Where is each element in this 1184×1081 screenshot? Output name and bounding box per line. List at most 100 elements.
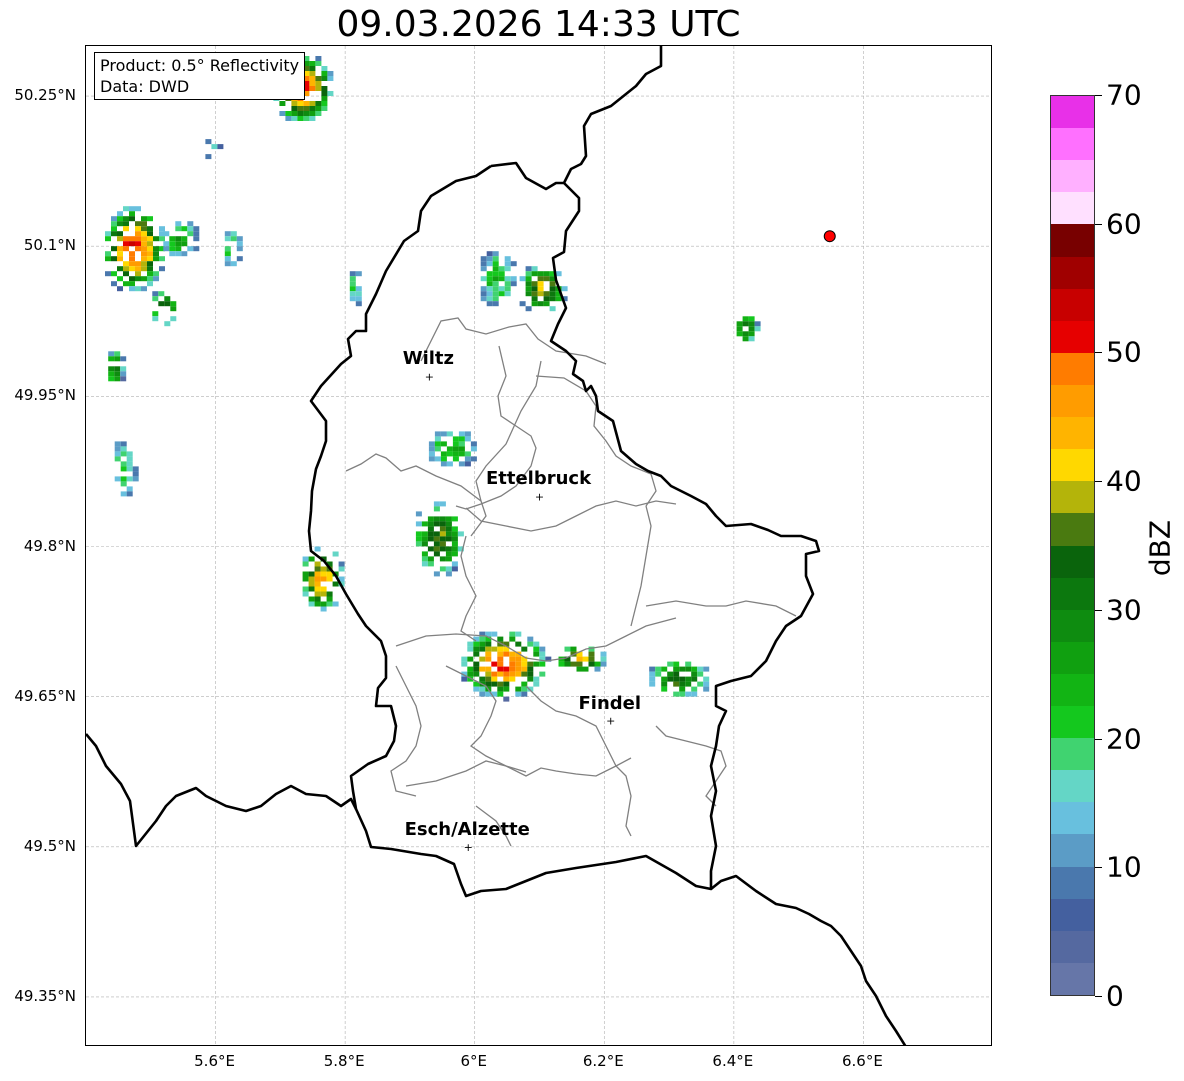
echo-cell [461, 631, 552, 702]
city-label: Findel [578, 692, 642, 714]
canton-border [345, 453, 482, 502]
graticule [86, 46, 991, 1045]
city-label: Esch/Alzette [404, 818, 530, 840]
canton-border [405, 757, 632, 787]
colorbar-tick [1095, 867, 1102, 869]
colorbar-segment [1051, 384, 1094, 418]
colorbar-tick [1095, 738, 1102, 740]
colorbar-segment [1051, 512, 1094, 546]
colorbar-segment [1051, 737, 1094, 771]
colorbar-segment [1051, 96, 1094, 129]
colorbar-segment [1051, 609, 1094, 642]
colorbar-segment [1051, 416, 1094, 450]
luxembourg-border [307, 161, 821, 898]
echo-cell [649, 661, 710, 697]
city-markers: + + + + [425, 230, 836, 854]
y-tick-label: 49.65°N [14, 686, 76, 705]
germany-border [562, 46, 663, 184]
echo-cell [224, 231, 243, 267]
colorbar-segment [1051, 288, 1094, 321]
germany-border [710, 874, 907, 1045]
map-title: 09.03.2026 14:33 UTC [336, 4, 741, 45]
echo-cell [163, 221, 200, 257]
colorbar-tick [1095, 481, 1102, 483]
colorbar-segment [1051, 705, 1094, 739]
colorbar-segment [1051, 577, 1094, 610]
colorbar-tick-label: 0 [1106, 979, 1124, 1013]
colorbar-tick [1095, 223, 1102, 225]
info-box: Product: 0.5° Reflectivity Data: DWD [94, 52, 306, 100]
canton-border [460, 535, 477, 642]
city-label: Wiltz [402, 348, 454, 370]
colorbar-segment [1051, 962, 1094, 995]
data-source-label: Data: DWD [100, 77, 190, 96]
echo-cell [480, 251, 517, 307]
colorbar-tick-label: 70 [1106, 78, 1142, 112]
colorbar-segment [1051, 865, 1094, 899]
colorbar-tick-label: 50 [1106, 335, 1142, 369]
colorbar-segment [1051, 480, 1094, 514]
colorbar-segment [1051, 320, 1094, 353]
colorbar-segment [1051, 223, 1094, 257]
echo-cell [205, 139, 224, 160]
colorbar-segment [1051, 127, 1094, 161]
colorbar-tick [1095, 996, 1102, 997]
colorbar-segment [1051, 352, 1094, 385]
echo-cell [349, 271, 362, 307]
y-tick-label: 50.25°N [14, 86, 76, 105]
colorbar-label: dBZ [1143, 519, 1177, 577]
city-marker: + [535, 490, 544, 503]
colorbar-segment [1051, 898, 1094, 931]
radar-site-marker [823, 230, 836, 243]
echo-cell [105, 206, 165, 292]
colorbar-tick [1095, 95, 1102, 96]
canton-borders [345, 317, 797, 847]
product-label: Product: 0.5° Reflectivity [100, 56, 300, 75]
colorbar-segment [1051, 544, 1094, 578]
y-tick-label: 50.1°N [23, 236, 76, 255]
y-tick-label: 49.95°N [14, 386, 76, 405]
x-tick-label: 6.4°E [712, 1052, 754, 1070]
colorbar-segment [1051, 159, 1094, 193]
colorbar-segment [1051, 930, 1094, 963]
colorbar-tick-label: 10 [1106, 850, 1142, 884]
y-tick-label: 49.5°N [23, 836, 76, 855]
colorbar-segment [1051, 769, 1094, 803]
belgium-border [86, 733, 358, 848]
x-tick-label: 5.6°E [194, 1052, 235, 1070]
colorbar-tick-label: 30 [1106, 593, 1142, 627]
echo-cell [108, 351, 127, 382]
echo-cell [415, 501, 464, 577]
colorbar-segment [1051, 448, 1094, 482]
colorbar-tick-label: 60 [1106, 207, 1142, 241]
colorbar-segment [1051, 641, 1094, 674]
x-tick-label: 5.8°E [323, 1052, 365, 1070]
canton-border [465, 500, 677, 532]
x-tick-label: 6.6°E [842, 1052, 883, 1070]
canton-border [645, 600, 797, 617]
colorbar-segment [1051, 833, 1094, 867]
x-tick-label: 6.2°E [582, 1052, 624, 1070]
canton-border [470, 360, 542, 537]
colorbar-segment [1051, 255, 1094, 289]
y-tick-label: 49.35°N [14, 986, 76, 1005]
city-label: Ettelbruck [485, 468, 592, 490]
city-marker: + [464, 841, 473, 854]
country-borders [86, 46, 907, 1045]
echo-cell [152, 291, 177, 327]
radar-map[interactable]: + + + + [85, 45, 992, 1046]
city-marker: + [425, 370, 434, 383]
colorbar [1050, 95, 1095, 996]
map-canvas: + + + + [86, 46, 991, 1045]
echo-cell [114, 441, 139, 497]
colorbar-segment [1051, 801, 1094, 835]
echo-cell [428, 431, 477, 467]
city-marker: + [606, 715, 615, 728]
echo-cell [736, 316, 761, 342]
colorbar-segment [1051, 673, 1094, 707]
colorbar-tick [1095, 609, 1102, 611]
canton-border [630, 505, 652, 627]
colorbar-tick-label: 20 [1106, 722, 1142, 756]
colorbar-tick-label: 40 [1106, 464, 1142, 498]
colorbar-tick [1095, 352, 1102, 354]
